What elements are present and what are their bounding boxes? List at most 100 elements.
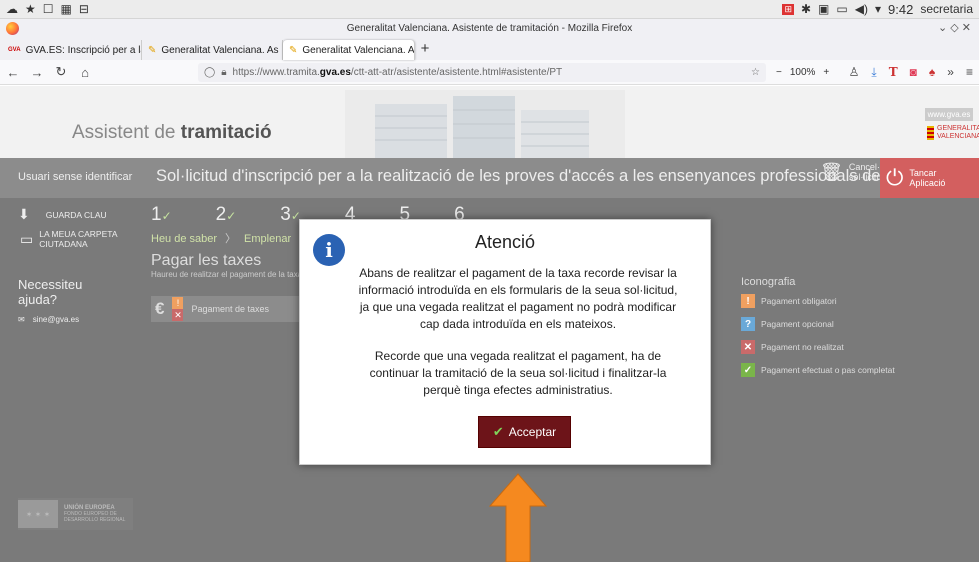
building-image [345, 90, 625, 158]
gva-logo[interactable]: www.gva.es GENERALITAT VALENCIANA [925, 108, 979, 153]
drive-icon[interactable]: ⊟ [79, 2, 89, 16]
power-icon: ⏻ [886, 165, 904, 190]
reload-icon[interactable]: ↻ [54, 64, 68, 80]
dialog-title: Atenció [474, 232, 536, 252]
pocket-icon[interactable]: ◙ [910, 65, 917, 80]
display-icon[interactable]: ▭ [836, 2, 847, 16]
download-icon: ⬇ [18, 206, 30, 222]
pencil-icon: ✎ [289, 44, 298, 56]
eu-flag-icon: ✶ ✶ ✶ [18, 500, 58, 528]
file-icon[interactable]: ▦ [61, 2, 72, 16]
apps-icon[interactable]: ☁ [6, 2, 18, 16]
nav-bar: ← → ↻ ⌂ ◯ 🔒︎ https://www.tramita.gva.es/… [0, 60, 979, 85]
legend-item: ! Pagament obligatori [741, 294, 895, 308]
toolbar-icons: ♙ ⤓ T ◙ ♠ » ≡ [849, 65, 973, 80]
breadcrumb: Heu de saber〉Emplenar〉 [151, 230, 318, 246]
help-heading: Necessiteu ajuda? [18, 277, 83, 307]
tray-red-icon[interactable]: ⊞ [782, 3, 794, 15]
tab-gva-inscripcio[interactable]: GVA GVA.ES: Inscripció per a la × [2, 40, 142, 60]
pointer-arrow [488, 473, 548, 562]
question-icon: ? [741, 317, 755, 331]
icon-legend: Iconografia ! Pagament obligatori ? Pagame… [741, 276, 895, 386]
home-icon[interactable]: ⌂ [78, 65, 92, 80]
legend-title: Iconografia [741, 276, 796, 288]
zoom-out-button[interactable]: − [776, 67, 782, 78]
tab-bar: GVA GVA.ES: Inscripció per a la × ✎ Gene… [0, 38, 979, 60]
section-description: Haureu de realitzar el pagament de la ta… [151, 270, 309, 279]
payment-row[interactable]: € ! ✕ Pagament de taxes [151, 296, 301, 322]
procedure-header: Usuari sense identificar Sol·licitud d'i… [0, 158, 979, 198]
extension-icon[interactable]: ♠ [929, 65, 935, 80]
accept-button[interactable]: ✔ Acceptar [478, 416, 571, 448]
breadcrumb-fill[interactable]: Emplenar [244, 233, 291, 245]
check-icon: ✔ [492, 424, 504, 439]
tab-generalitat-2[interactable]: ✎ Generalitat Valenciana. As × [283, 40, 415, 60]
gva-url[interactable]: www.gva.es [925, 108, 973, 121]
close-app-button[interactable]: ⏻ Tancar Aplicació [880, 158, 979, 198]
download-icon[interactable]: ⤓ [871, 65, 876, 80]
volume-icon[interactable]: ◀) [855, 2, 868, 16]
clock: 9:42 [888, 1, 914, 17]
session-user[interactable]: secretaria [920, 2, 973, 16]
network-tray-icon[interactable]: ✱ [801, 2, 811, 16]
lock-icon[interactable]: 🔒︎ [221, 67, 226, 78]
exclamation-icon: ! [741, 294, 755, 308]
window-controls[interactable]: ⌄ ◇ ✕ [938, 21, 971, 34]
shield-icon[interactable]: ◯ [204, 67, 215, 78]
overflow-icon[interactable]: » [947, 65, 954, 80]
step-3[interactable]: 3✓ [280, 204, 301, 226]
site-banner: Assistent de tramitació www.gva.es GENER… [0, 86, 979, 158]
trash-icon: 🗑︎ [820, 162, 843, 182]
citizen-folder-button[interactable]: ▭ LA MEUA CARPETA CIUTADANA [0, 227, 139, 251]
firefox-icon [6, 22, 19, 35]
cross-icon: ✕ [741, 340, 755, 354]
menu-icon[interactable]: ≡ [966, 65, 973, 80]
help-email[interactable]: ✉ sine@gva.es [0, 311, 139, 328]
translate-icon[interactable]: T [889, 65, 898, 80]
bookmark-star-icon[interactable]: ☆ [751, 67, 760, 78]
legend-item: ✕ Pagament no realitzat [741, 340, 895, 354]
window-title: Generalitat Valenciana. Asistente de tra… [346, 23, 633, 34]
cross-icon: ✕ [172, 309, 184, 321]
dropdown-icon[interactable]: ▾ [875, 2, 881, 16]
attention-dialog: i Atenció Abans de realitzar el pagament… [299, 219, 711, 465]
email-icon: ✉ [18, 315, 25, 324]
account-icon[interactable]: ♙ [849, 65, 860, 80]
new-tab-button[interactable]: + [415, 40, 435, 60]
gva-logo-text: GENERALITAT VALENCIANA [925, 121, 979, 141]
breadcrumb-know[interactable]: Heu de saber [151, 233, 217, 245]
window-icon[interactable]: ☐ [43, 2, 54, 16]
site-brand: Assistent de tramitació [72, 122, 272, 143]
forward-icon[interactable]: → [30, 65, 44, 80]
payment-status-icons: ! ✕ [172, 297, 184, 321]
zoom-in-button[interactable]: + [823, 67, 829, 78]
eu-text: UNIÓN EUROPEA FONDO EUROPEO DE DESARROLLO … [64, 505, 126, 523]
gva-icon: GVA [8, 47, 21, 53]
url-text: https://www.tramita.gva.es/ctt-att-atr/a… [232, 66, 563, 78]
step-2[interactable]: 2✓ [216, 204, 237, 226]
folder-icon: ▭ [20, 230, 34, 247]
eu-logo: ✶ ✶ ✶ UNIÓN EUROPEA FONDO EUROPEO DE DESAR… [18, 498, 133, 530]
save-key-button[interactable]: ⬇ GUARDA CLAU [0, 198, 139, 227]
window-titlebar: Generalitat Valenciana. Asistente de tra… [0, 19, 979, 38]
dialog-paragraph-2: Recorde que una vegada realitzat el paga… [369, 349, 667, 397]
url-bar[interactable]: ◯ 🔒︎ https://www.tramita.gva.es/ctt-att-… [198, 62, 766, 82]
exclamation-icon: ! [172, 297, 184, 309]
dialog-paragraph-1: Abans de realitzar el pagament de la tax… [358, 266, 678, 331]
euro-icon: € [155, 299, 165, 318]
chevron-right-icon: 〉 [225, 233, 237, 245]
step-1[interactable]: 1✓ [151, 204, 172, 226]
star-icon[interactable]: ★ [25, 2, 36, 16]
legend-item: ? Pagament opcional [741, 317, 895, 331]
zoom-level[interactable]: 100% [790, 67, 816, 78]
user-status: Usuari sense identificar [18, 171, 133, 183]
pencil-icon: ✎ [148, 44, 157, 56]
system-top-bar: ☁ ★ ☐ ▦ ⊟ ⊞ ✱ ▣ ▭ ◀) ▾ 9:42 secretaria [0, 0, 979, 19]
sidebar: ⬇ GUARDA CLAU ▭ LA MEUA CARPETA CIUTADAN… [0, 198, 139, 562]
check-icon: ✓ [741, 363, 755, 377]
zoom-controls: − 100% + [776, 67, 829, 78]
legend-item: ✓ Pagament efectuat o pas completat [741, 363, 895, 377]
clipboard-icon[interactable]: ▣ [818, 2, 829, 16]
tab-generalitat-1[interactable]: ✎ Generalitat Valenciana. As × [142, 40, 283, 60]
back-icon[interactable]: ← [6, 65, 20, 80]
